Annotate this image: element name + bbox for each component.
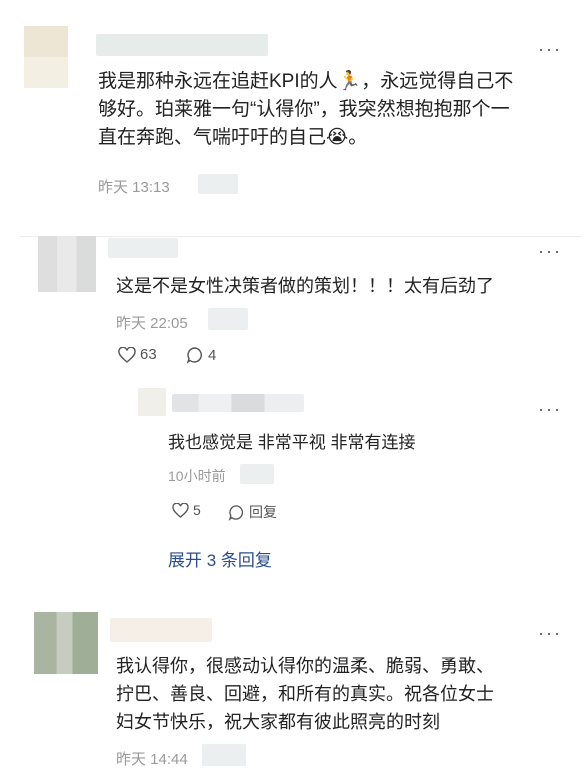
ip-location [208,308,248,330]
comment-line: 够好。珀莱雅一句“认得你”，我突然想抱抱那个一 [98,99,510,120]
comment-time: 昨天 13:13 [98,179,170,196]
ip-location [240,464,274,484]
username[interactable] [96,34,268,56]
comment-line: 我认得你，很感动认得你的温柔、脆弱、勇敢、 [116,656,494,676]
like-button[interactable]: 63 [118,346,157,363]
like-count: 5 [193,502,201,518]
more-icon[interactable]: ··· [538,624,562,642]
comment-line: 拧巴、善良、回避，和所有的真实。祝各位女士 [116,684,494,704]
comment-text: 我认得你，很感动认得你的温柔、脆弱、勇敢、 拧巴、善良、回避，和所有的真实。祝各… [116,652,576,736]
comment-time: 昨天 14:44 [116,751,188,768]
avatar[interactable] [34,612,98,674]
avatar[interactable] [138,388,166,416]
expand-replies-link[interactable]: 展开 3 条回复 [168,546,272,571]
heart-icon [172,502,189,518]
comment-time: 昨天 22:05 [116,315,188,332]
heart-icon [118,346,136,363]
comment-icon [228,504,244,521]
comment-line: 直在奔跑、气喘吁吁的自己😭。 [98,127,368,148]
comment-line: 我是那种永远在追赶KPI的人🏃，永远觉得自己不 [98,71,514,92]
comment-icon [186,347,202,364]
comment-line: 妇女节快乐，祝大家都有彼此照亮的时刻 [116,712,440,732]
comment-text: 我是那种永远在追赶KPI的人🏃，永远觉得自己不 够好。珀莱雅一句“认得你”，我突… [98,68,578,152]
username[interactable] [172,394,304,412]
more-icon[interactable]: ··· [538,40,562,58]
reply-time: 10小时前 [168,468,226,484]
reply-button[interactable]: 回复 [228,502,277,522]
like-count: 63 [140,346,157,363]
avatar[interactable] [24,26,68,88]
reply-button[interactable]: 4 [186,346,216,364]
more-icon[interactable]: ··· [538,400,562,418]
like-button[interactable]: 5 [172,502,201,518]
divider [20,236,582,237]
username[interactable] [110,618,212,642]
more-icon[interactable]: ··· [538,242,562,260]
ip-location [198,174,238,194]
ip-location [202,744,246,766]
reply-text: 我也感觉是 非常平视 非常有连接 [168,433,416,452]
reply-count: 4 [208,346,217,364]
comment-text: 这是不是女性决策者做的策划！！！太有后劲了 [116,276,494,296]
avatar[interactable] [38,236,96,292]
username[interactable] [108,238,178,258]
reply-label: 回复 [249,504,277,520]
